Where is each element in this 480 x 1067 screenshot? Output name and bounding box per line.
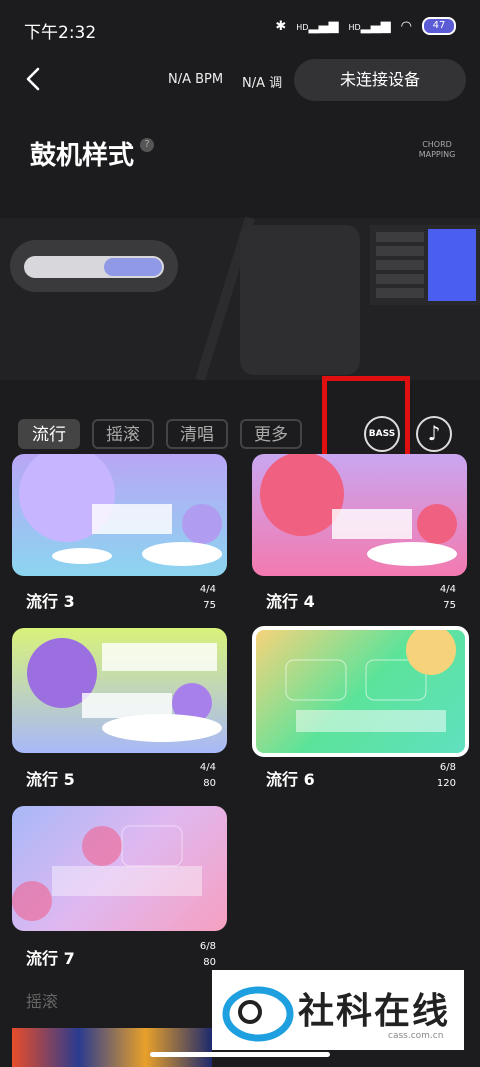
- card-name: 流行 3: [26, 592, 75, 611]
- style-card-pop-7[interactable]: [12, 806, 227, 931]
- style-card-pop-5[interactable]: [12, 628, 227, 753]
- chord-mapping-label[interactable]: CHORD MAPPING: [412, 140, 462, 160]
- card-art: [19, 454, 222, 566]
- card-meta: 4/4 80: [199, 762, 216, 789]
- card-art: [27, 638, 222, 742]
- status-icons: ✱ HD▂▄▆ HD▂▄▆ ◠ 47: [275, 17, 456, 35]
- card-art: [12, 825, 202, 921]
- back-arrow-icon[interactable]: [22, 66, 48, 92]
- watermark-text: 社科在线: [298, 991, 451, 1032]
- cloud-logo-icon: [222, 986, 294, 1042]
- music-note-button[interactable]: ♪: [416, 416, 452, 452]
- status-bar: 下午2:32 ✱ HD▂▄▆ HD▂▄▆ ◠ 47: [0, 0, 480, 56]
- drum-machine-illustration: [0, 216, 480, 380]
- card-meta: 6/8 80: [199, 941, 216, 968]
- section-rock-heading: 摇滚: [26, 992, 59, 1011]
- card-art: [285, 630, 456, 732]
- card-name: 流行 7: [26, 949, 75, 968]
- style-card-pop-4[interactable]: [252, 454, 467, 576]
- wifi-icon: ◠: [400, 18, 412, 34]
- card-art: [260, 454, 457, 566]
- battery-icon: 47: [422, 17, 456, 35]
- card-meta: 4/4 75: [199, 584, 216, 611]
- tab-more[interactable]: 更多: [240, 419, 302, 449]
- style-tabs: 流行 摇滚 清唱 更多: [18, 419, 302, 449]
- top-bar: N/A BPM N/A 调 未连接设备: [0, 56, 480, 106]
- bpm-label: N/A BPM: [168, 72, 224, 87]
- watermark-sub: cass.com.cn: [388, 1031, 444, 1041]
- key-label: N/A 调: [242, 76, 283, 91]
- watermark: 社科在线 cass.com.cn: [212, 970, 464, 1050]
- signal-icon-1: HD▂▄▆: [296, 18, 339, 34]
- style-card-pop-3[interactable]: [12, 454, 227, 576]
- connect-device-button[interactable]: 未连接设备: [294, 59, 466, 101]
- tab-rock[interactable]: 摇滚: [92, 419, 154, 449]
- signal-icon-2: HD▂▄▆: [348, 18, 391, 34]
- tab-pop[interactable]: 流行: [18, 419, 80, 449]
- card-name: 流行 6: [266, 770, 315, 789]
- home-indicator[interactable]: [150, 1052, 330, 1057]
- card-meta: 6/8 120: [436, 762, 456, 789]
- card-name: 流行 4: [266, 592, 315, 611]
- page-title: 鼓机样式: [30, 141, 135, 171]
- style-card-pop-6[interactable]: [252, 626, 469, 757]
- bluetooth-icon: ✱: [275, 18, 287, 34]
- tab-acapella[interactable]: 清唱: [166, 419, 228, 449]
- next-card-preview[interactable]: [12, 1028, 212, 1067]
- card-name: 流行 5: [26, 770, 75, 789]
- help-icon[interactable]: ?: [140, 138, 154, 152]
- card-meta: 4/4 75: [439, 584, 456, 611]
- status-time: 下午2:32: [24, 23, 97, 43]
- bass-button[interactable]: BASS: [364, 416, 400, 452]
